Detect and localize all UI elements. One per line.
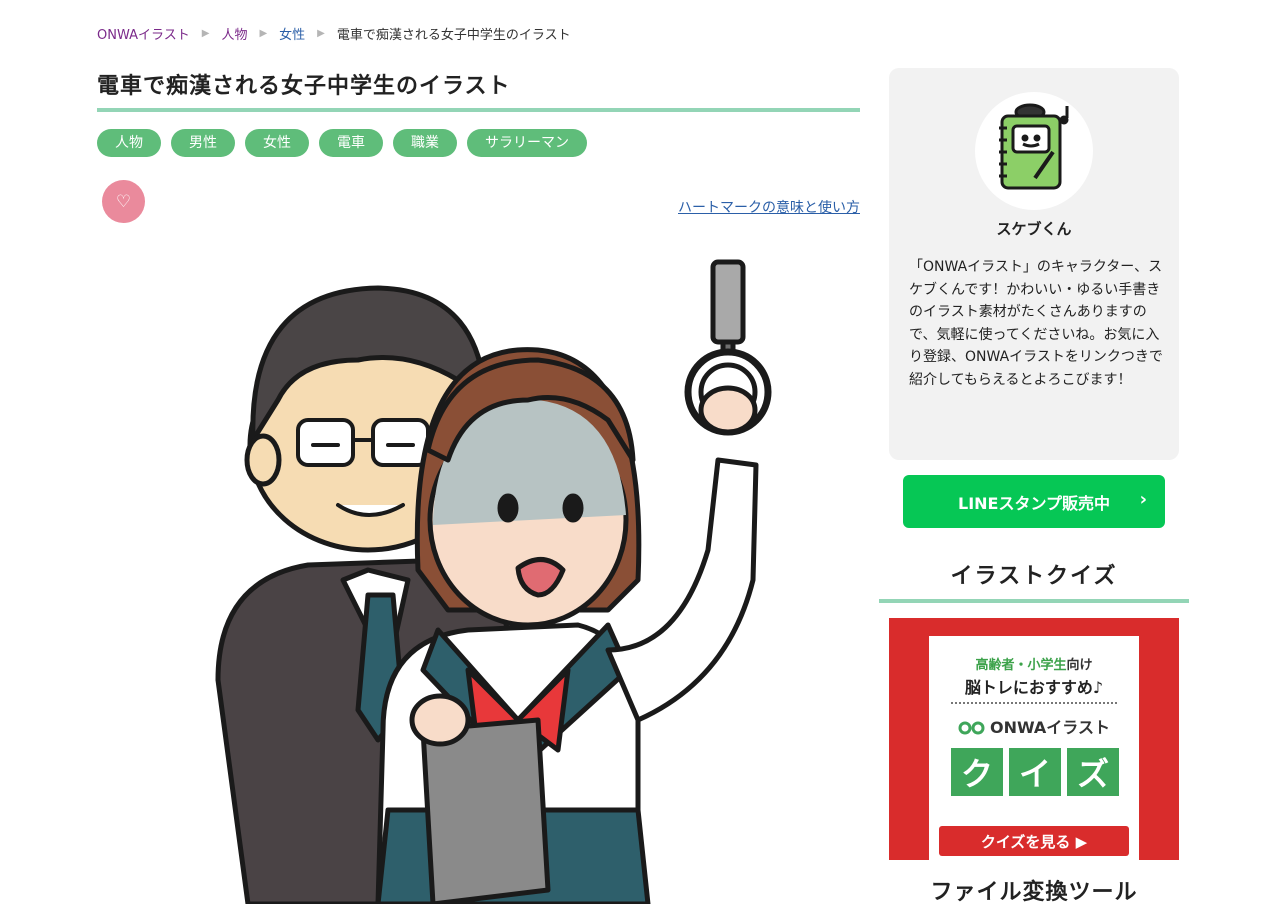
- main-illustration: [215, 259, 772, 904]
- quiz-view-button[interactable]: クイズを見る ▶: [939, 826, 1129, 856]
- quiz-banner-target-audience: 高齢者・小学生: [975, 658, 1067, 673]
- quiz-divider: [879, 599, 1189, 603]
- tag-link[interactable]: 電車: [319, 129, 383, 157]
- file-tools-heading: ファイル変換ツール: [930, 880, 1138, 904]
- heart-help-link[interactable]: ハートマークの意味と使い方: [678, 197, 860, 217]
- breadcrumb: ONWAイラスト ▶ 人物 ▶ 女性 ▶ 電車で痴漢される女子中学生のイラスト: [97, 24, 571, 43]
- tag-link[interactable]: 職業: [393, 129, 457, 157]
- profile-name: スケブくん: [996, 220, 1072, 238]
- tag-link[interactable]: 人物: [97, 129, 161, 157]
- page-title: 電車で痴漢される女子中学生のイラスト: [97, 74, 511, 99]
- quiz-tile: イ: [1009, 748, 1061, 796]
- breadcrumb-separator-icon: ▶: [259, 28, 268, 39]
- onwa-logo-icon: [958, 721, 985, 735]
- line-stamp-label: LINEスタンプ販売中: [958, 493, 1110, 513]
- tag-link[interactable]: 男性: [171, 129, 235, 157]
- heart-icon: ♡: [115, 191, 132, 212]
- quiz-banner-target: 高齢者・小学生向け: [929, 654, 1139, 673]
- breadcrumb-separator-icon: ▶: [317, 28, 325, 39]
- quiz-banner-logo: ONWAイラスト: [929, 714, 1139, 738]
- breadcrumb-current: 電車で痴漢される女子中学生のイラスト: [336, 28, 571, 43]
- quiz-banner-logo-text: ONWAイラスト: [990, 718, 1110, 737]
- quiz-banner-tagline: 脳トレにおすすめ♪: [964, 678, 1104, 697]
- quiz-banner-target-suffix: 向け: [1066, 658, 1093, 673]
- quiz-heading: イラストクイズ: [950, 564, 1118, 589]
- quiz-tile: ク: [951, 748, 1003, 796]
- breadcrumb-separator-icon: ▶: [201, 28, 210, 39]
- tag-link[interactable]: 女性: [245, 129, 309, 157]
- quiz-banner-tiles: ク イ ズ: [951, 748, 1119, 796]
- quiz-banner-dotted-divider: [951, 702, 1117, 704]
- title-divider: [97, 108, 860, 112]
- tag-link[interactable]: サラリーマン: [467, 129, 587, 157]
- quiz-banner[interactable]: 高齢者・小学生向け 脳トレにおすすめ♪ ONWAイラスト ク イ ズ クイズを見…: [889, 618, 1179, 860]
- avatar: [975, 92, 1093, 210]
- sketchbook-character-icon: [999, 103, 1069, 190]
- breadcrumb-home-link[interactable]: ONWAイラスト: [97, 24, 190, 43]
- heart-button[interactable]: ♡: [102, 180, 145, 223]
- tag-list: 人物 男性 女性 電車 職業 サラリーマン: [97, 129, 587, 157]
- line-stamp-button[interactable]: LINEスタンプ販売中 ›: [903, 475, 1165, 528]
- profile-card: スケブくん 「ONWAイラスト」のキャラクター、スケブくんです！かわいい・ゆるい…: [889, 68, 1179, 460]
- profile-description: 「ONWAイラスト」のキャラクター、スケブくんです！かわいい・ゆるい手書きのイラ…: [909, 259, 1163, 388]
- chevron-right-icon: ›: [1139, 489, 1147, 510]
- quiz-tile: ズ: [1067, 748, 1119, 796]
- breadcrumb-link-women[interactable]: 女性: [279, 24, 305, 43]
- breadcrumb-link-people[interactable]: 人物: [221, 24, 247, 43]
